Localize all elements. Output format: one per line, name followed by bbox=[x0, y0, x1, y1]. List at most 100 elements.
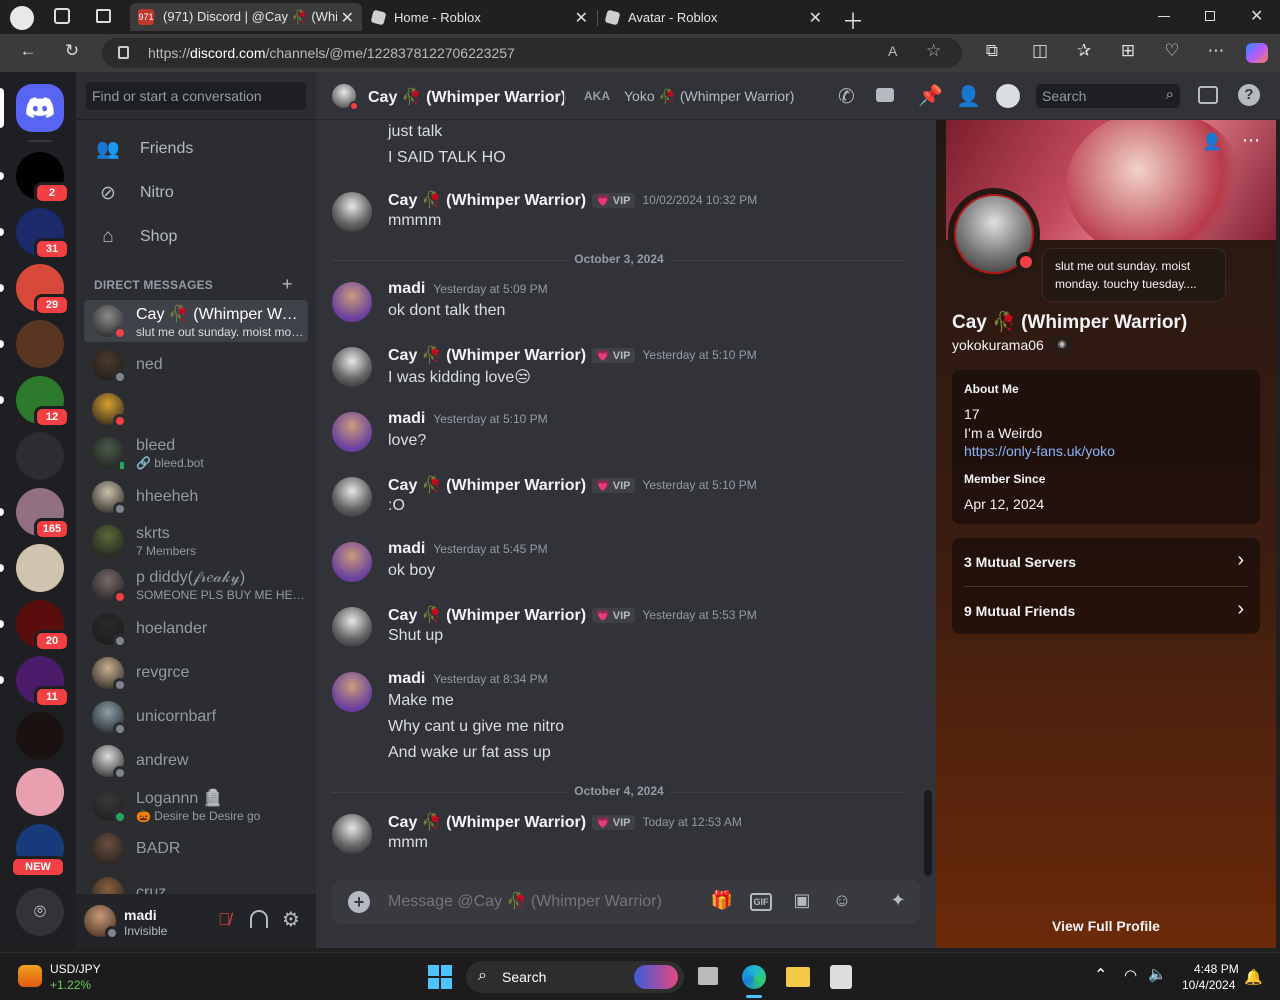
sticker-icon[interactable]: ▣ bbox=[790, 890, 814, 914]
settings-gear-icon[interactable]: ⚙ bbox=[282, 907, 300, 932]
home-button[interactable] bbox=[0, 84, 64, 132]
mutual-friends-row[interactable]: 9 Mutual Friends › bbox=[952, 586, 1260, 634]
wifi-icon[interactable]: ◠ bbox=[1124, 966, 1137, 984]
upload-plus-icon[interactable]: + bbox=[348, 891, 370, 913]
message-author[interactable]: Cay 🥀 (Whimper Warrior) bbox=[388, 475, 586, 495]
message-line[interactable]: ok dont talk then bbox=[388, 302, 505, 320]
tab-roblox-home[interactable]: Home - Roblox ✕ bbox=[364, 3, 596, 31]
message-line[interactable]: And wake ur fat ass up bbox=[388, 744, 551, 762]
app-icon[interactable] bbox=[830, 965, 852, 989]
chat-recipient-name[interactable]: Cay 🥀 (Whimper Warrior) bbox=[368, 87, 566, 107]
gift-icon[interactable]: 🎁 bbox=[710, 890, 734, 914]
server-icon-2[interactable]: 31 bbox=[0, 208, 70, 260]
gif-button[interactable]: GIF bbox=[750, 893, 772, 911]
message-avatar[interactable] bbox=[332, 282, 372, 322]
nav-friends[interactable]: 👥 Friends bbox=[84, 128, 308, 170]
pinned-messages-icon[interactable]: 📌 bbox=[918, 83, 943, 108]
video-call-icon[interactable] bbox=[876, 88, 894, 102]
mute-microphone-icon[interactable]: 🎙̸ bbox=[218, 910, 231, 930]
server-icon-7[interactable]: 165 bbox=[0, 488, 70, 540]
minimize-icon[interactable] bbox=[1158, 16, 1170, 17]
message-line[interactable]: just talk bbox=[388, 123, 442, 141]
profile-username[interactable]: yokokurama06 bbox=[952, 337, 1044, 353]
more-options-icon[interactable]: ⋯ bbox=[1204, 41, 1228, 61]
message-author[interactable]: madi bbox=[388, 670, 425, 688]
message-author[interactable]: madi bbox=[388, 280, 425, 298]
more-options-icon[interactable]: ⋯ bbox=[1242, 130, 1260, 151]
message-avatar[interactable] bbox=[332, 477, 372, 517]
nav-shop[interactable]: ⌂ Shop bbox=[84, 216, 308, 258]
message-line[interactable]: I was kidding love😒 bbox=[388, 367, 531, 387]
message-author[interactable]: madi bbox=[388, 410, 425, 428]
view-full-profile-button[interactable]: View Full Profile bbox=[936, 918, 1276, 934]
dm-item[interactable]: bleed 🔗 bleed.bot bbox=[84, 432, 308, 474]
dm-item[interactable]: ned bbox=[84, 344, 308, 386]
server-icon-5[interactable]: 12 bbox=[0, 376, 70, 428]
copilot-icon[interactable] bbox=[1246, 43, 1268, 63]
find-conversation-input[interactable]: Find or start a conversation bbox=[86, 82, 306, 110]
server-icon-1[interactable]: 2 bbox=[0, 152, 70, 204]
inbox-icon[interactable] bbox=[1198, 86, 1218, 104]
message-avatar[interactable] bbox=[332, 814, 372, 854]
avatar[interactable] bbox=[332, 84, 359, 111]
dm-item[interactable]: unicornbarf bbox=[84, 696, 308, 738]
discover-button[interactable]: ⌾ bbox=[16, 888, 64, 936]
message-author[interactable]: Cay 🥀 (Whimper Warrior) bbox=[388, 812, 586, 832]
volume-icon[interactable]: 🔈 bbox=[1148, 965, 1167, 983]
message-line[interactable]: Shut up bbox=[388, 627, 443, 645]
close-icon[interactable]: ✕ bbox=[809, 8, 822, 28]
dm-item[interactable]: BADR bbox=[84, 828, 308, 870]
split-screen-icon[interactable]: ◫ bbox=[1028, 41, 1052, 61]
server-icon-11[interactable] bbox=[16, 712, 64, 760]
headphones-icon[interactable] bbox=[250, 910, 268, 928]
dm-item[interactable]: Cay 🥀 (Whimper Warrior) slut me out sunda… bbox=[84, 300, 308, 342]
server-icon-6[interactable] bbox=[16, 432, 64, 480]
clock-time[interactable]: 4:48 PM bbox=[1194, 962, 1239, 976]
message-line[interactable]: Why cant u give me nitro bbox=[388, 718, 564, 736]
favorite-star-icon[interactable]: ☆ bbox=[926, 41, 941, 61]
message-input[interactable] bbox=[388, 880, 688, 924]
dm-item[interactable]: hoelander bbox=[84, 608, 308, 650]
user-profile-toggle-icon[interactable] bbox=[996, 84, 1020, 108]
back-icon[interactable]: ← bbox=[16, 41, 40, 61]
message-line[interactable]: mmm bbox=[388, 834, 428, 852]
help-icon[interactable]: ? bbox=[1238, 84, 1260, 106]
dm-item[interactable]: skrts 7 Members bbox=[84, 520, 308, 562]
dm-item[interactable]: Logannn 🪦 🎃 Desire be Desire go bbox=[84, 784, 308, 826]
refresh-icon[interactable]: ↻ bbox=[60, 41, 84, 61]
message-line[interactable]: Make me bbox=[388, 692, 454, 710]
emoji-icon[interactable]: ☺ bbox=[830, 890, 854, 914]
nav-nitro[interactable]: ⊘ Nitro bbox=[84, 172, 308, 214]
profile-avatar[interactable] bbox=[948, 188, 1040, 280]
message-author[interactable]: Cay 🥀 (Whimper Warrior) bbox=[388, 345, 586, 365]
chat-scrollbar[interactable] bbox=[924, 790, 932, 876]
browser-essentials-icon[interactable]: ♡ bbox=[1160, 41, 1184, 61]
favorites-icon[interactable]: ✰ bbox=[1072, 41, 1096, 61]
message-author[interactable]: Cay 🥀 (Whimper Warrior) bbox=[388, 190, 586, 210]
message-line[interactable]: love? bbox=[388, 432, 426, 450]
extensions-icon[interactable]: ⧉ bbox=[980, 41, 1004, 61]
voice-call-icon[interactable]: ✆ bbox=[838, 84, 855, 109]
dm-item[interactable]: p diddy(𝒻𝓇𝑒𝒶𝓀𝓎)SOMEONE PLS BUY ME HEADPH… bbox=[84, 564, 308, 606]
start-button[interactable] bbox=[428, 965, 452, 989]
lock-icon[interactable] bbox=[118, 46, 129, 59]
workspaces-icon[interactable] bbox=[54, 8, 70, 24]
badge-icon[interactable]: ◉ bbox=[1050, 336, 1074, 354]
dm-item[interactable]: hheeheh bbox=[84, 476, 308, 518]
edge-icon[interactable] bbox=[742, 965, 766, 989]
message-avatar[interactable] bbox=[332, 412, 372, 452]
clock-date[interactable]: 10/4/2024 bbox=[1182, 978, 1235, 992]
task-view-icon[interactable] bbox=[698, 967, 718, 985]
close-icon[interactable]: ✕ bbox=[575, 8, 588, 28]
message-line[interactable]: ok boy bbox=[388, 562, 435, 580]
window-close-icon[interactable]: ✕ bbox=[1250, 6, 1263, 26]
file-explorer-icon[interactable] bbox=[786, 967, 810, 987]
close-icon[interactable]: ✕ bbox=[336, 8, 354, 28]
message-avatar[interactable] bbox=[332, 607, 372, 647]
mutual-servers-row[interactable]: 3 Mutual Servers › bbox=[952, 538, 1260, 586]
chevron-up-icon[interactable]: ⌃ bbox=[1094, 965, 1107, 985]
server-icon-4[interactable] bbox=[0, 320, 64, 368]
message-avatar[interactable] bbox=[332, 347, 372, 387]
user-name[interactable]: madi bbox=[124, 907, 157, 923]
create-dm-plus-icon[interactable]: + bbox=[282, 274, 293, 295]
